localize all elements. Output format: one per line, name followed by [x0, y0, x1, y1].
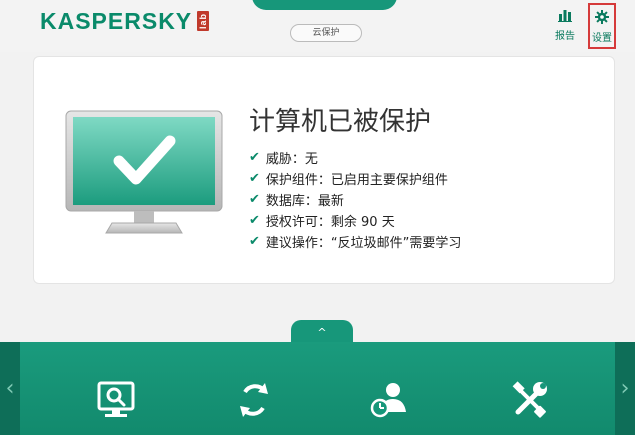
- report-button[interactable]: 报告: [551, 3, 579, 49]
- checkmark-icon: ✔: [249, 192, 260, 207]
- status-item-text: 授权许可：剩余 90 天: [265, 215, 395, 230]
- checkmark-icon: ✔: [249, 150, 260, 165]
- scan-icon: [97, 381, 135, 417]
- status-item-text: 数据库：最新: [265, 194, 344, 209]
- status-item-database[interactable]: ✔ 数据库：最新: [249, 189, 461, 210]
- protected-monitor-icon: [64, 109, 224, 243]
- status-item-text: 威胁：无: [265, 152, 318, 167]
- status-details-list: ✔ 威胁：无 ✔ 保护组件：已启用主要保护组件 ✔ 数据库：最新 ✔ 授权许可：剩余 9…: [249, 147, 461, 252]
- header: KASPERSKY lab 云保护 报告 设置: [0, 0, 635, 52]
- tools-button[interactable]: [502, 375, 558, 425]
- logo-lab-badge: lab: [197, 10, 210, 31]
- scan-button[interactable]: [88, 375, 144, 425]
- gear-icon: [590, 5, 614, 29]
- status-item-recommendation[interactable]: ✔ 建议操作：“反垃圾邮件”需要学习: [249, 231, 461, 252]
- scroll-left-arrow[interactable]: ‹: [0, 342, 20, 435]
- protection-status-card: 计算机已被保护 ✔ 威胁：无 ✔ 保护组件：已启用主要保护组件 ✔ 数据库：最新 ✔ 授…: [33, 56, 615, 284]
- update-icon: [240, 383, 268, 417]
- scroll-right-arrow[interactable]: ›: [615, 342, 635, 435]
- protection-status-title: 计算机已被保护: [249, 107, 432, 137]
- logo-text: KASPERSKY: [40, 8, 193, 34]
- report-label: 报告: [555, 31, 575, 42]
- status-item-license[interactable]: ✔ 授权许可：剩余 90 天: [249, 210, 461, 231]
- checkmark-icon: ✔: [249, 213, 260, 228]
- report-chart-icon: [551, 3, 579, 27]
- expand-panel-tab[interactable]: ^: [291, 320, 353, 344]
- status-item-threats: ✔ 威胁：无: [249, 147, 461, 168]
- kaspersky-logo: KASPERSKY lab: [40, 8, 213, 35]
- cloud-protection-button[interactable]: 云保护: [290, 24, 362, 42]
- status-item-components[interactable]: ✔ 保护组件：已启用主要保护组件: [249, 168, 461, 189]
- parental-control-icon: [370, 383, 406, 418]
- update-button[interactable]: [226, 375, 282, 425]
- settings-button[interactable]: 设置: [588, 3, 616, 49]
- checkmark-icon: ✔: [249, 171, 260, 186]
- tools-icon: [512, 381, 547, 418]
- parental-control-button[interactable]: [360, 375, 416, 425]
- top-status-tab[interactable]: [252, 0, 397, 10]
- status-item-text: 保护组件：已启用主要保护组件: [265, 173, 448, 188]
- settings-label: 设置: [592, 33, 612, 44]
- checkmark-icon: ✔: [249, 234, 260, 249]
- status-item-text: 建议操作：“反垃圾邮件”需要学习: [265, 236, 462, 251]
